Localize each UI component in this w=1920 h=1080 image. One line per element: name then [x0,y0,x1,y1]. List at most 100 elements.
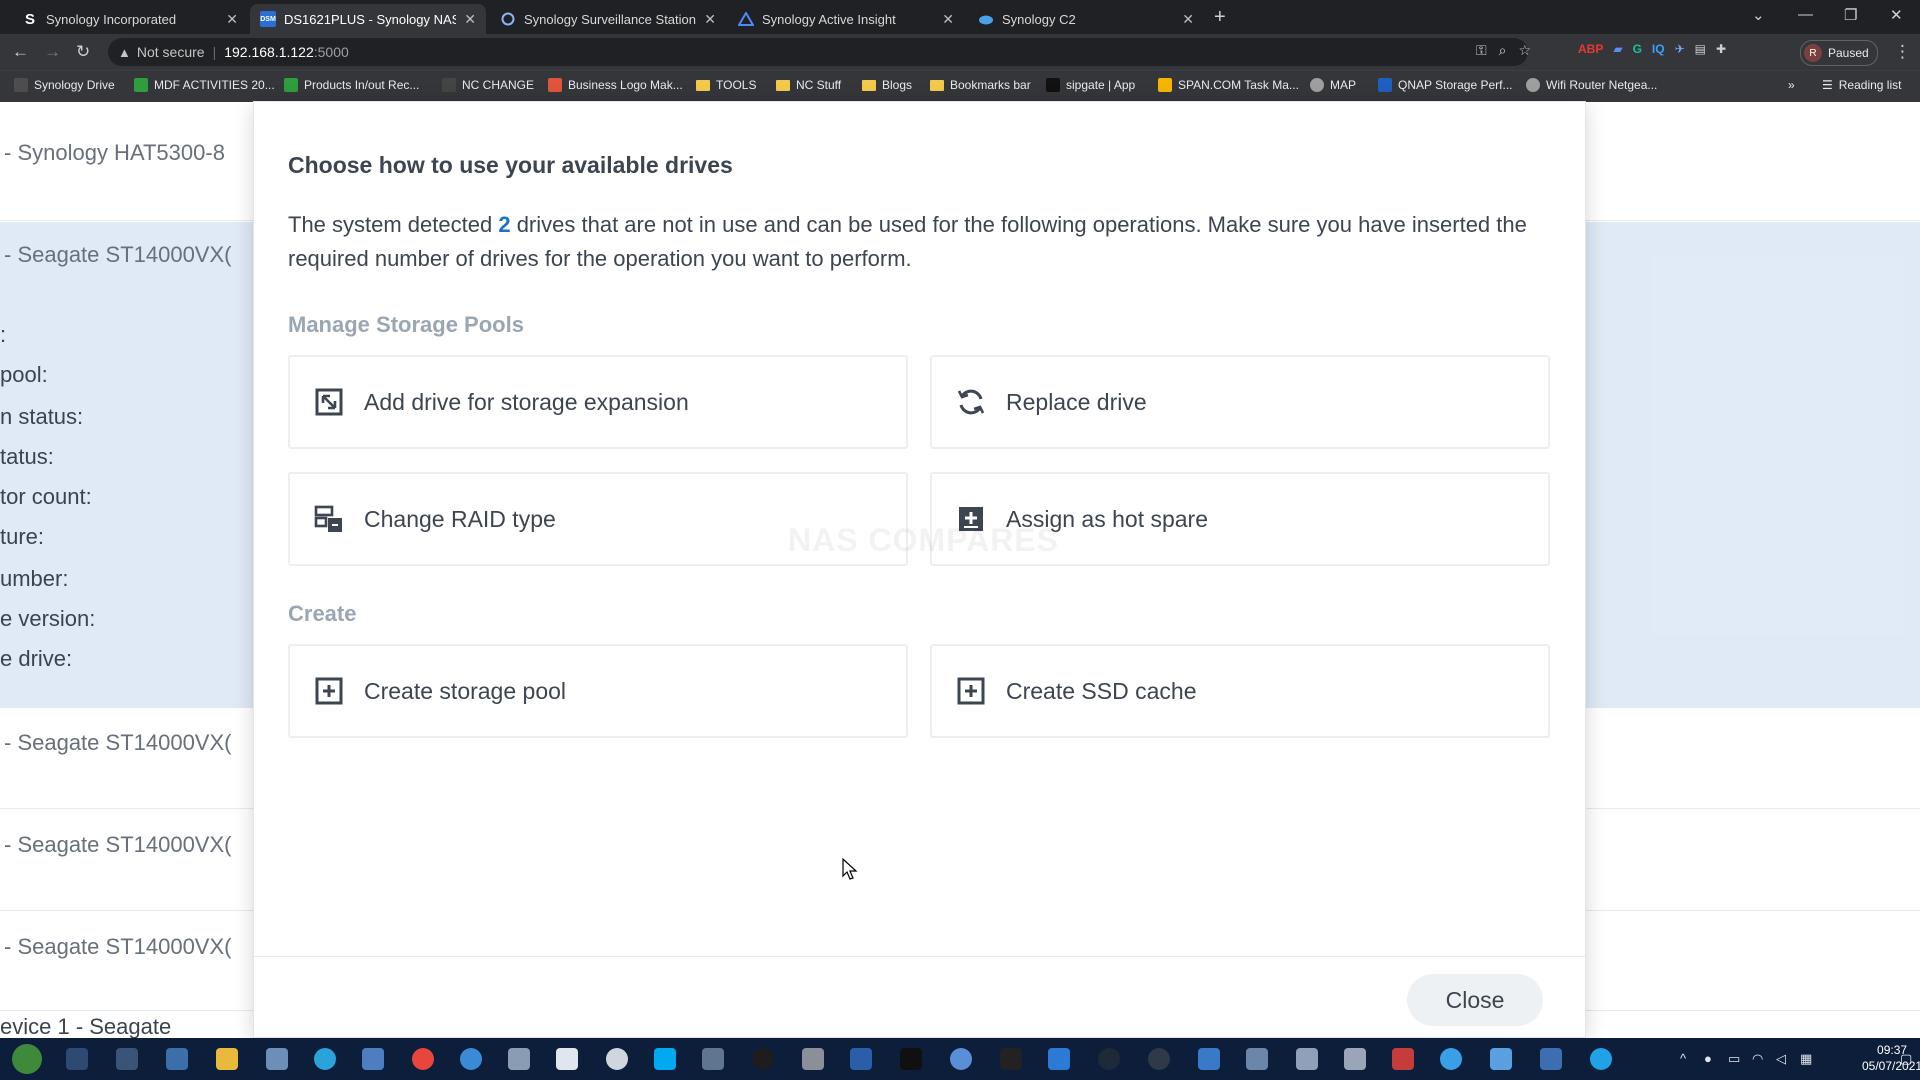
qnap-icon [1378,78,1392,92]
close-button[interactable]: Close [1407,974,1543,1026]
microphone-icon[interactable]: ● [1704,1051,1712,1066]
create-storage-pool-button[interactable]: Create storage pool [288,644,908,738]
tray-chevron-icon[interactable]: ^ [1680,1051,1686,1066]
battery-icon[interactable]: ▭ [1728,1051,1740,1067]
app-icon[interactable] [1246,1048,1268,1070]
profile-button[interactable]: R Paused [1800,40,1878,66]
app-icon[interactable] [1392,1048,1414,1070]
app-icon[interactable] [1344,1048,1366,1070]
bookmark[interactable]: Products In/out Rec... [284,78,419,92]
tab-search-icon[interactable]: ⌄ [1752,6,1765,24]
tab-title: DS1621PLUS - Synology NAS [284,11,457,27]
app-icon[interactable] [802,1048,824,1070]
app-icon[interactable] [314,1048,336,1070]
back-icon[interactable]: ← [12,42,29,62]
chrome-icon[interactable] [412,1048,434,1070]
forward-icon[interactable]: → [44,42,61,62]
app-icon[interactable] [362,1048,384,1070]
bookmark-folder[interactable]: TOOLS [696,78,756,92]
folder-icon [776,79,790,91]
browser-tab-active[interactable]: DSM DS1621PLUS - Synology NAS ✕ [250,4,486,34]
sync-icon[interactable] [1440,1048,1462,1070]
bookmark-star-icon[interactable]: ☆ [1519,42,1532,59]
app-icon[interactable] [850,1048,872,1070]
bookmark[interactable]: sipgate | App [1046,78,1135,92]
bookmarks-bar: Synology Drive MDF ACTIVITIES 20... Prod… [0,70,1920,103]
dialog-description: The system detected 2 drives that are no… [288,212,1527,271]
reload-icon[interactable]: ↻ [76,42,90,62]
app-icon[interactable] [508,1048,530,1070]
start-icon[interactable] [12,1044,42,1074]
app-icon[interactable] [1148,1048,1170,1070]
new-tab-icon[interactable]: + [1214,6,1226,29]
bookmark-folder[interactable]: NC Stuff [776,78,841,92]
minimize-icon[interactable]: — [1798,6,1813,23]
volume-icon[interactable]: ◁ [1776,1051,1786,1067]
adblock-icon[interactable]: ABP [1578,42,1603,56]
bookmark[interactable]: QNAP Storage Perf... [1378,78,1513,92]
obs-icon[interactable] [752,1048,774,1070]
bookmark[interactable]: MDF ACTIVITIES 20... [134,78,275,92]
browser-tab[interactable]: Synology Active Insight ✕ [728,4,964,34]
close-tab-icon[interactable]: ✕ [704,11,716,28]
avatar: R [1804,44,1822,62]
settings-icon[interactable] [116,1048,138,1070]
file-icon[interactable] [556,1048,578,1070]
more-bookmarks-icon[interactable]: » [1788,78,1795,92]
app-icon[interactable] [1490,1048,1512,1070]
bookmark[interactable]: Business Logo Mak... [548,78,683,92]
wifi-icon[interactable]: ◠ [1752,1051,1763,1067]
extension-icon[interactable]: ▰ [1613,42,1622,56]
add-box-icon [956,676,986,706]
app-icon[interactable] [1198,1048,1220,1070]
close-tab-icon[interactable]: ✕ [464,11,476,28]
puzzle-icon[interactable]: ✚ [1716,42,1726,56]
bookmark-folder[interactable]: Bookmarks bar [930,78,1031,92]
extension-icon[interactable]: ✈ [1675,42,1685,56]
grammarly-icon[interactable]: G [1633,42,1642,56]
zoom-icon[interactable]: ⌕ [1499,42,1507,59]
bookmark[interactable]: NC CHANGE [442,78,534,92]
key-icon[interactable]: ⚿ [1476,42,1487,59]
app-icon[interactable] [460,1048,482,1070]
close-tab-icon[interactable]: ✕ [942,11,954,28]
app-icon[interactable] [1048,1048,1070,1070]
bookmark[interactable]: MAP [1310,78,1356,92]
app-icon[interactable] [1540,1048,1562,1070]
app-icon[interactable] [702,1048,724,1070]
sheets-icon [284,78,298,92]
window-close-icon[interactable]: ✕ [1890,6,1903,24]
create-ssd-cache-button[interactable]: Create SSD cache [930,644,1550,738]
address-bar[interactable]: ▲ Not secure | 192.168.1.122 :5000 [108,38,1528,66]
browser-tab[interactable]: Synology Surveillance Station - D ✕ [490,4,726,34]
bookmark-folder[interactable]: Blogs [862,78,912,92]
notifications-icon[interactable]: ▢ [1900,1051,1912,1067]
browser-tab[interactable]: Synology C2 ✕ [968,4,1204,34]
add-drive-expansion-button[interactable]: Add drive for storage expansion [288,355,908,449]
file-explorer-icon[interactable] [216,1048,238,1070]
replace-drive-button[interactable]: Replace drive [930,355,1550,449]
task-view-icon[interactable] [66,1048,88,1070]
bookmark[interactable]: SPAN.COM Task Ma... [1158,78,1299,92]
bookmark[interactable]: Wifi Router Netgea... [1526,78,1657,92]
app-icon[interactable] [266,1048,288,1070]
skype-icon[interactable] [654,1048,676,1070]
clock-app-icon[interactable] [606,1048,628,1070]
epic-games-icon[interactable] [1000,1048,1022,1070]
menu-icon[interactable]: ⋮ [1894,42,1911,62]
reading-list[interactable]: ☰ Reading list [1822,78,1901,92]
edge-icon[interactable] [1590,1048,1612,1070]
browser-tab[interactable]: S Synology Incorporated ✕ [12,4,248,34]
iq-extension-icon[interactable]: IQ [1652,42,1665,56]
app-icon[interactable] [950,1048,972,1070]
app-icon[interactable] [1098,1048,1120,1070]
keyboard-icon[interactable]: ▦ [1800,1051,1812,1067]
extension-icon[interactable]: ▤ [1695,42,1706,56]
restore-icon[interactable]: ❐ [1844,6,1857,24]
close-tab-icon[interactable]: ✕ [1182,11,1194,28]
app-icon[interactable] [900,1048,922,1070]
calculator-icon[interactable] [166,1048,188,1070]
bookmark[interactable]: Synology Drive [14,78,115,92]
close-tab-icon[interactable]: ✕ [226,11,238,28]
app-icon[interactable] [1296,1048,1318,1070]
